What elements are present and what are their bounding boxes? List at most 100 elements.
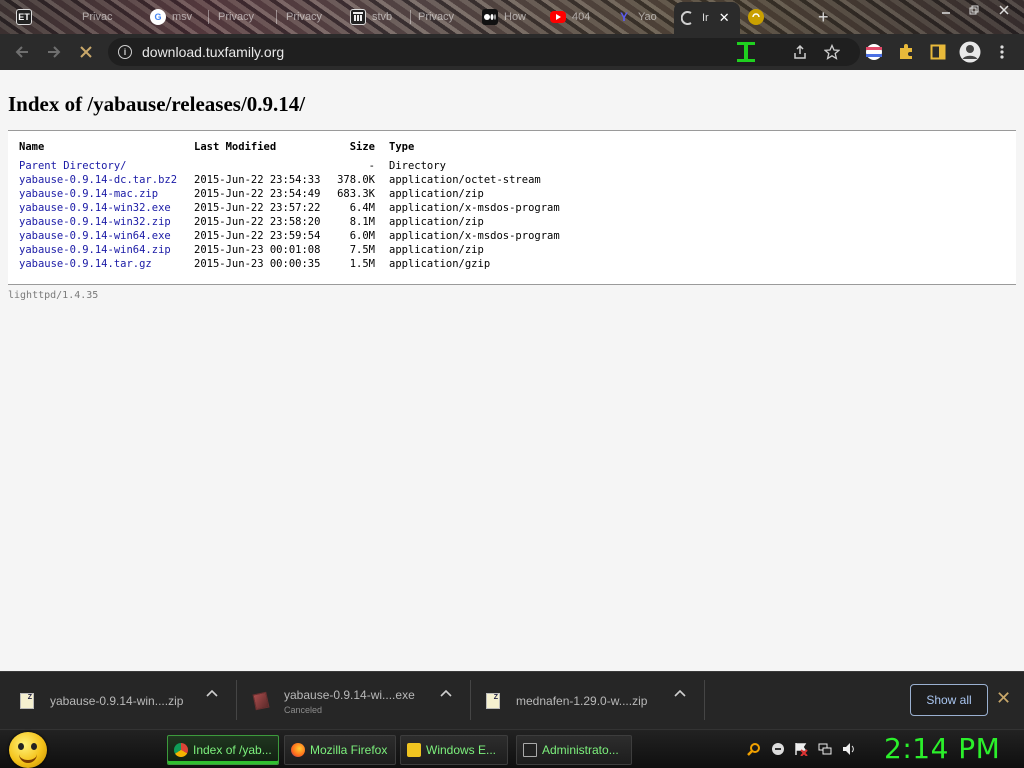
exe-file-icon bbox=[252, 691, 270, 711]
type-cell: application/gzip bbox=[389, 258, 491, 270]
tab-close-icon[interactable]: ✕ bbox=[719, 10, 730, 26]
extension-green-icon[interactable] bbox=[732, 38, 760, 66]
download-item[interactable]: mednafen-1.29.0-w....zip bbox=[486, 678, 647, 724]
tab-how[interactable]: How bbox=[476, 4, 540, 30]
file-link[interactable]: yabause-0.9.14.tar.gz bbox=[19, 258, 152, 270]
building-icon bbox=[350, 9, 366, 25]
size-cell: 683.3K bbox=[337, 188, 375, 200]
tab-privacy-3[interactable]: Privacy bbox=[280, 4, 342, 30]
close-shelf-icon[interactable]: ✕ bbox=[996, 688, 1011, 709]
download-filename: mednafen-1.29.0-w....zip bbox=[516, 694, 648, 708]
tab-active[interactable]: Ir ✕ bbox=[674, 2, 740, 34]
address-bar[interactable]: i download.tuxfamily.org bbox=[108, 38, 860, 66]
listing-table: Name Last Modified Size Type Parent Dire… bbox=[19, 141, 560, 271]
tab-title: Ir bbox=[702, 12, 709, 24]
network-icon[interactable] bbox=[817, 741, 833, 757]
google-icon: G bbox=[150, 9, 166, 25]
tab-youtube[interactable]: 404 bbox=[544, 4, 606, 30]
table-row: Parent Directory/ - Directory bbox=[19, 159, 560, 173]
size-cell: 7.5M bbox=[349, 244, 375, 256]
column-header-name[interactable]: Name bbox=[19, 141, 194, 159]
new-tab-icon: + bbox=[818, 6, 829, 27]
file-link[interactable]: yabause-0.9.14-win32.exe bbox=[19, 202, 171, 214]
chevron-up-icon[interactable] bbox=[674, 686, 686, 700]
taskbar-clock[interactable]: 2:14 PM bbox=[884, 732, 1000, 765]
taskbar: Index of /yab... Mozilla Firefox Windows… bbox=[0, 729, 1024, 768]
back-button[interactable] bbox=[6, 36, 38, 68]
chevron-up-icon[interactable] bbox=[206, 686, 218, 700]
tab-et[interactable]: ET bbox=[10, 4, 44, 30]
volume-icon[interactable] bbox=[841, 741, 857, 757]
chrome-icon bbox=[174, 743, 188, 757]
file-link[interactable]: yabause-0.9.14-mac.zip bbox=[19, 188, 158, 200]
tab-separator bbox=[208, 10, 209, 24]
menu-button[interactable] bbox=[986, 36, 1018, 68]
minimize-button[interactable] bbox=[932, 0, 960, 20]
bookmark-star-icon[interactable] bbox=[818, 38, 846, 66]
table-row: yabause-0.9.14-win32.zip 2015-Jun-22 23:… bbox=[19, 215, 560, 229]
tab-title: Privacy bbox=[218, 11, 255, 23]
show-all-button[interactable]: Show all bbox=[910, 684, 988, 716]
side-panel-button[interactable] bbox=[922, 36, 954, 68]
search-icon[interactable] bbox=[746, 741, 762, 757]
taskbar-item-label: Index of /yab... bbox=[193, 743, 272, 757]
forward-button[interactable] bbox=[38, 36, 70, 68]
tab-yao[interactable]: Y Yao bbox=[610, 4, 672, 30]
size-cell: 378.0K bbox=[337, 174, 375, 186]
modified-cell: 2015-Jun-23 00:00:35 bbox=[194, 258, 321, 270]
taskbar-item-firefox[interactable]: Mozilla Firefox bbox=[284, 735, 396, 765]
extension-button[interactable] bbox=[858, 36, 890, 68]
tab-title: 404 bbox=[572, 11, 591, 23]
taskbar-item-label: Windows E... bbox=[426, 743, 497, 757]
youtube-icon bbox=[550, 11, 566, 23]
extensions-menu-button[interactable] bbox=[890, 36, 922, 68]
download-item[interactable]: yabause-0.9.14-win....zip bbox=[20, 678, 183, 724]
tab-separator bbox=[410, 10, 411, 24]
chevron-up-icon[interactable] bbox=[440, 686, 452, 700]
column-header-size[interactable]: Size bbox=[332, 141, 389, 159]
taskbar-item-cmd[interactable]: Administrato... bbox=[516, 735, 632, 765]
file-link[interactable]: yabause-0.9.14-win32.zip bbox=[19, 216, 171, 228]
file-link[interactable]: yabause-0.9.14-win64.zip bbox=[19, 244, 171, 256]
taskbar-item-explorer[interactable]: Windows E... bbox=[400, 735, 508, 765]
profile-button[interactable] bbox=[954, 36, 986, 68]
column-header-modified[interactable]: Last Modified bbox=[194, 141, 332, 159]
table-header-row: Name Last Modified Size Type bbox=[19, 141, 560, 159]
tab-stvb[interactable]: stvb bbox=[344, 4, 410, 30]
modified-cell bbox=[194, 159, 332, 173]
tab-privacy-2[interactable]: Privacy bbox=[212, 4, 274, 30]
close-window-button[interactable] bbox=[990, 0, 1018, 20]
yao-favicon-icon: Y bbox=[619, 10, 628, 24]
modified-cell: 2015-Jun-22 23:57:22 bbox=[194, 202, 321, 214]
maximize-button[interactable] bbox=[960, 0, 988, 20]
tray-status-icon[interactable] bbox=[770, 741, 786, 757]
tab-google[interactable]: G msv bbox=[144, 4, 204, 30]
column-header-type[interactable]: Type bbox=[389, 141, 560, 159]
download-separator bbox=[236, 680, 237, 720]
parent-directory-link[interactable]: Parent Directory/ bbox=[19, 160, 126, 172]
tab-privacy-1[interactable]: Privac bbox=[76, 4, 138, 30]
file-link[interactable]: yabause-0.9.14-win64.exe bbox=[19, 230, 171, 242]
download-item[interactable]: yabause-0.9.14-wi....exe Canceled bbox=[252, 678, 415, 724]
size-cell: 6.4M bbox=[349, 202, 375, 214]
site-info-icon[interactable]: i bbox=[118, 45, 132, 59]
command-prompt-icon bbox=[523, 743, 537, 757]
type-cell: application/octet-stream bbox=[389, 174, 541, 186]
minimize-icon bbox=[942, 12, 950, 14]
file-link[interactable]: yabause-0.9.14-dc.tar.bz2 bbox=[19, 174, 177, 186]
folder-icon bbox=[407, 743, 421, 757]
new-tab-button[interactable]: + bbox=[812, 4, 842, 30]
stop-button[interactable] bbox=[70, 36, 102, 68]
table-row: yabause-0.9.14-mac.zip 2015-Jun-22 23:54… bbox=[19, 187, 560, 201]
tab-extra[interactable] bbox=[742, 4, 804, 30]
share-icon[interactable] bbox=[786, 38, 814, 66]
table-row: yabause-0.9.14.tar.gz 2015-Jun-23 00:00:… bbox=[19, 257, 560, 271]
type-cell: Directory bbox=[389, 160, 446, 172]
action-center-flag-icon[interactable] bbox=[793, 741, 809, 757]
start-button-smiley-icon[interactable] bbox=[9, 732, 47, 768]
taskbar-item-chrome[interactable]: Index of /yab... bbox=[167, 735, 279, 765]
loading-spinner-icon bbox=[680, 10, 696, 26]
tab-privacy-4[interactable]: Privacy bbox=[412, 4, 474, 30]
type-cell: application/zip bbox=[389, 244, 484, 256]
forward-arrow-icon bbox=[48, 46, 61, 58]
